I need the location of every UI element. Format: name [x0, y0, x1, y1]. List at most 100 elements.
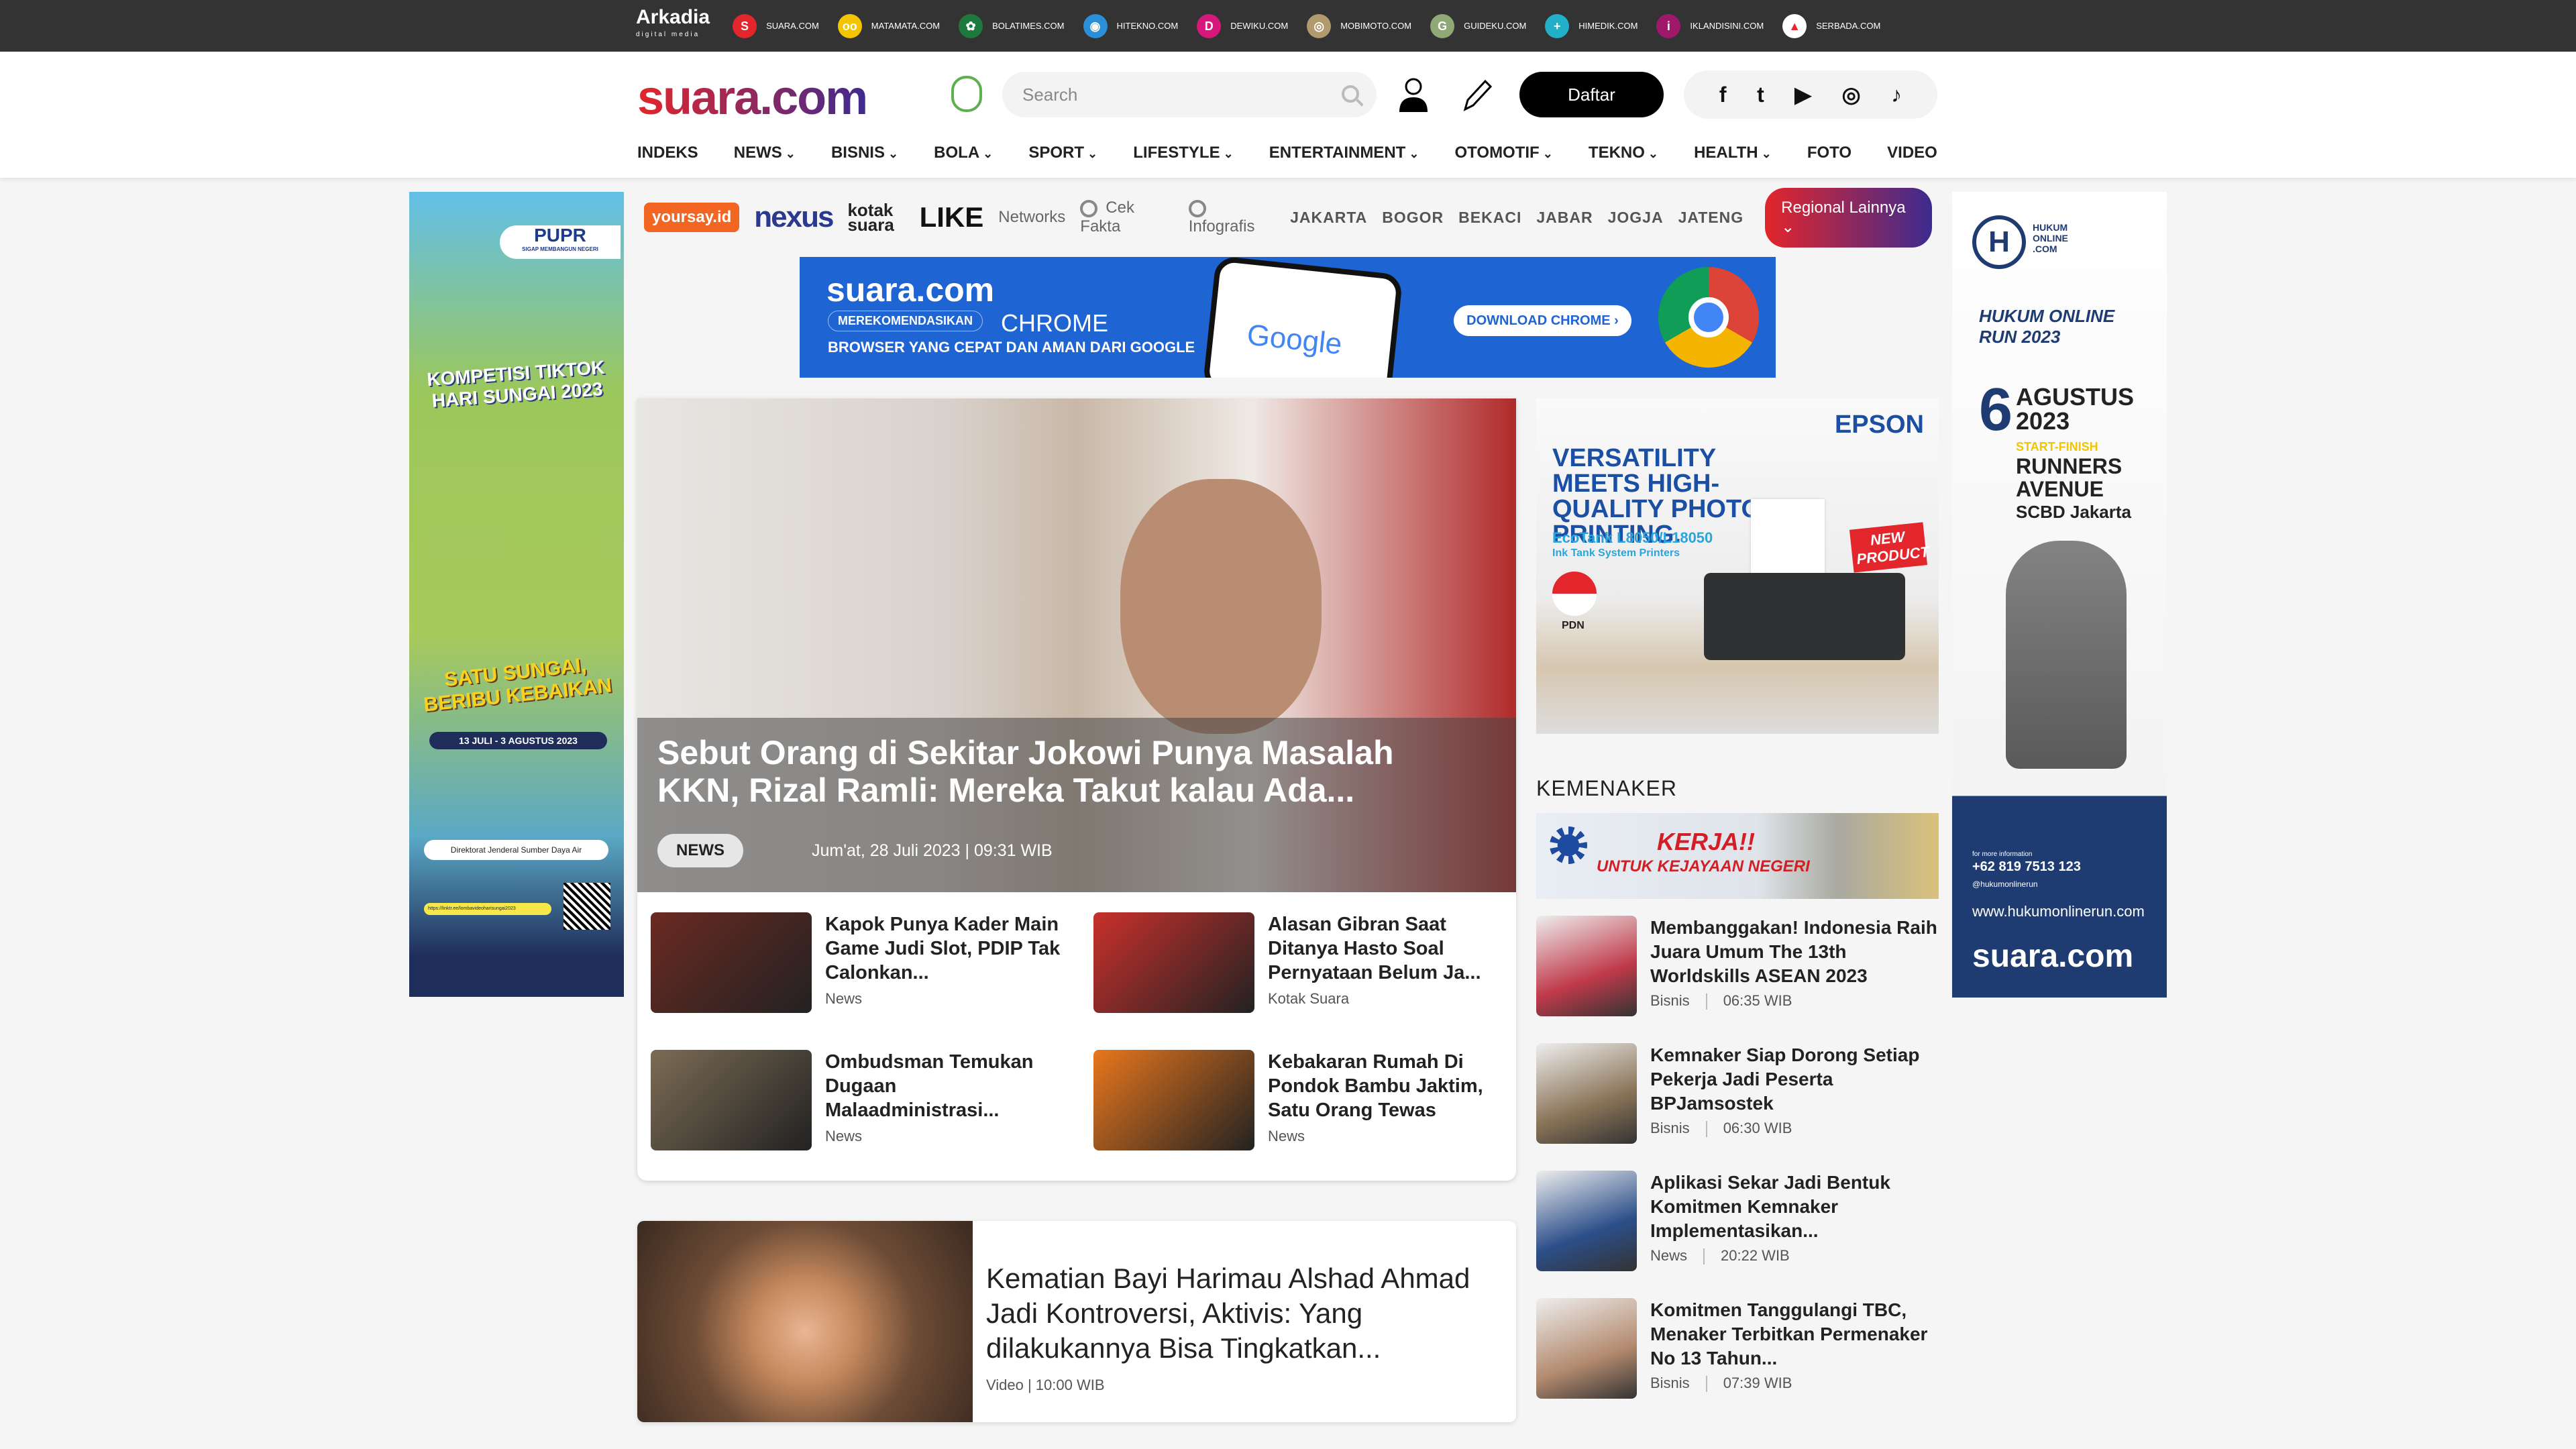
search-input[interactable]: Search: [1002, 72, 1377, 117]
search-icon[interactable]: [1342, 85, 1359, 103]
network-link[interactable]: ✿ BOLATIMES.COM: [959, 13, 1065, 38]
nav-item[interactable]: HEALTH: [1694, 144, 1772, 162]
article-category[interactable]: News: [825, 1128, 862, 1145]
verified-badge-icon: [951, 76, 982, 112]
hero-title[interactable]: Sebut Orang di Sekitar Jokowi Punya Masa…: [657, 734, 1462, 809]
nav-item[interactable]: OTOMOTIF: [1455, 144, 1553, 162]
infografis-link[interactable]: Infografis: [1188, 199, 1275, 236]
article-title[interactable]: Alasan Gibran Saat Ditanya Hasto Soal Pe…: [1268, 912, 1509, 985]
pencil-icon[interactable]: [1460, 77, 1493, 112]
cek-fakta-link[interactable]: Cek Fakta: [1080, 199, 1173, 236]
network-link[interactable]: G GUIDEKU.COM: [1430, 13, 1527, 38]
network-link[interactable]: D DEWIKU.COM: [1197, 13, 1288, 38]
article-category[interactable]: News: [1268, 1128, 1305, 1145]
video-title[interactable]: Kematian Bayi Harimau Alshad Ahmad Jadi …: [986, 1261, 1496, 1366]
network-link[interactable]: oo MATAMATA.COM: [837, 13, 941, 38]
article-title[interactable]: Komitmen Tanggulangi TBC, Menaker Terbit…: [1650, 1298, 1939, 1371]
city-link[interactable]: BEKACI: [1458, 209, 1521, 227]
city-link[interactable]: BOGOR: [1382, 209, 1444, 227]
nav-item[interactable]: BISNIS: [831, 144, 898, 162]
nav-item[interactable]: FOTO: [1807, 144, 1851, 162]
network-link[interactable]: i IKLANDISINI.COM: [1656, 13, 1764, 38]
article-card[interactable]: Alasan Gibran Saat Ditanya Hasto Soal Pe…: [1093, 912, 1509, 1013]
ad-ig: @hukumonlinerun: [1972, 879, 2038, 889]
youtube-icon[interactable]: ▶: [1794, 82, 1811, 107]
download-chrome-button[interactable]: DOWNLOAD CHROME ›: [1454, 305, 1631, 336]
article-title[interactable]: Ombudsman Temukan Dugaan Malaadministras…: [825, 1050, 1067, 1122]
nav-item[interactable]: TEKNO: [1589, 144, 1658, 162]
city-link[interactable]: JATENG: [1678, 209, 1744, 227]
networks-link[interactable]: Networks: [998, 208, 1065, 227]
network-link[interactable]: S SUARA.COM: [733, 13, 819, 38]
instagram-icon[interactable]: ◎: [1842, 82, 1861, 107]
category-badge[interactable]: NEWS: [657, 834, 743, 867]
network-link[interactable]: ◎ MOBIMOTO.COM: [1307, 13, 1411, 38]
ad-product: CHROME: [1001, 309, 1108, 337]
list-item[interactable]: Membanggakan! Indonesia Raih Juara Umum …: [1536, 916, 1939, 1016]
register-button[interactable]: Daftar: [1519, 72, 1664, 117]
article-thumbnail: [1093, 1050, 1254, 1150]
ad-epson[interactable]: EPSON VERSATILITY MEETS HIGH-QUALITY PHO…: [1536, 398, 1939, 734]
nav-item[interactable]: NEWS: [734, 144, 796, 162]
article-thumbnail: [1093, 912, 1254, 1013]
city-link[interactable]: JAKARTA: [1290, 209, 1367, 227]
article-category[interactable]: Bisnis: [1650, 1375, 1690, 1391]
suara-logo[interactable]: suara.com: [637, 70, 868, 125]
article-title[interactable]: Aplikasi Sekar Jadi Bentuk Komitmen Kemn…: [1650, 1171, 1939, 1243]
network-label: MATAMATA.COM: [871, 21, 941, 31]
network-link[interactable]: ◉ HITEKNO.COM: [1083, 13, 1178, 38]
video-card[interactable]: Kematian Bayi Harimau Alshad Ahmad Jadi …: [637, 1221, 1516, 1422]
network-label: SUARA.COM: [766, 21, 819, 31]
facebook-icon[interactable]: f: [1719, 83, 1727, 107]
user-icon[interactable]: [1397, 77, 1430, 112]
article-meta: Bisnis 07:39 WIB: [1650, 1375, 1792, 1393]
pdn-label: PDN: [1562, 620, 1585, 631]
nav-item[interactable]: BOLA: [934, 144, 993, 162]
twitter-icon[interactable]: t: [1757, 83, 1764, 107]
arkadia-logo[interactable]: Arkadia digital media: [636, 7, 710, 44]
list-item[interactable]: Aplikasi Sekar Jadi Bentuk Komitmen Kemn…: [1536, 1171, 1939, 1271]
article-title[interactable]: Kemnaker Siap Dorong Setiap Pekerja Jadi…: [1650, 1043, 1939, 1116]
ad-chrome-banner[interactable]: suara.com MEREKOMENDASIKAN CHROME BROWSE…: [800, 257, 1776, 378]
headline-card[interactable]: Sebut Orang di Sekitar Jokowi Punya Masa…: [637, 398, 1516, 1181]
article-card[interactable]: Kebakaran Rumah Di Pondok Bambu Jaktim, …: [1093, 1050, 1509, 1150]
article-category[interactable]: Kotak Suara: [1268, 990, 1349, 1008]
kotak-suara-logo[interactable]: kotak suara: [847, 201, 904, 233]
regional-dropdown[interactable]: Regional Lainnya ⌄: [1765, 187, 1932, 248]
city-link[interactable]: JABAR: [1536, 209, 1593, 227]
nexus-logo[interactable]: nexus: [754, 201, 834, 234]
list-item[interactable]: Kemnaker Siap Dorong Setiap Pekerja Jadi…: [1536, 1043, 1939, 1144]
article-card[interactable]: Ombudsman Temukan Dugaan Malaadministras…: [651, 1050, 1067, 1150]
ad-model: EcoTank L8050/L18050: [1552, 529, 1713, 546]
city-link[interactable]: JOGJA: [1608, 209, 1664, 227]
network-logo-icon: oo: [837, 13, 862, 38]
video-meta: Video | 10:00 WIB: [986, 1377, 1105, 1393]
article-category[interactable]: News: [825, 990, 862, 1008]
network-link[interactable]: + HIMEDIK.COM: [1545, 13, 1638, 38]
article-title[interactable]: Kebakaran Rumah Di Pondok Bambu Jaktim, …: [1268, 1050, 1509, 1122]
ad-left-pupr[interactable]: PUPR SIGAP MEMBANGUN NEGERI KOMPETISI TIK…: [409, 192, 624, 997]
nav-item[interactable]: INDEKS: [637, 144, 698, 162]
printer-image: [1704, 573, 1905, 660]
list-item[interactable]: Komitmen Tanggulangi TBC, Menaker Terbit…: [1536, 1298, 1939, 1399]
network-logo-icon: G: [1430, 13, 1455, 38]
tiktok-icon[interactable]: ♪: [1891, 83, 1902, 107]
ad-kemnaker-banner[interactable]: KERJA!! UNTUK KEJAYAAN NEGERI: [1536, 813, 1939, 899]
network-link[interactable]: ▲ SERBADA.COM: [1782, 13, 1880, 38]
article-category[interactable]: Bisnis: [1650, 992, 1690, 1009]
main-nav: INDEKS NEWS BISNIS BOLA SPORT LIFESTYLE ENTERT…: [637, 144, 1937, 162]
like-logo[interactable]: LIKE: [920, 201, 984, 233]
article-category[interactable]: Bisnis: [1650, 1120, 1690, 1136]
nav-item[interactable]: ENTERTAINMENT: [1269, 144, 1419, 162]
nav-item[interactable]: LIFESTYLE: [1133, 144, 1233, 162]
article-category[interactable]: News: [1650, 1247, 1687, 1264]
nav-item[interactable]: VIDEO: [1887, 144, 1937, 162]
article-title[interactable]: Membanggakan! Indonesia Raih Juara Umum …: [1650, 916, 1939, 988]
article-card[interactable]: Kapok Punya Kader Main Game Judi Slot, P…: [651, 912, 1067, 1013]
network-label: GUIDEKU.COM: [1464, 21, 1527, 31]
divider: [1703, 1248, 1705, 1265]
nav-item[interactable]: SPORT: [1028, 144, 1097, 162]
ad-right-hukumonline[interactable]: H HUKUM ONLINE .COM HUKUM ONLINE RUN 202…: [1952, 192, 2167, 998]
yoursay-logo[interactable]: yoursay.id: [644, 203, 740, 232]
article-title[interactable]: Kapok Punya Kader Main Game Judi Slot, P…: [825, 912, 1067, 985]
